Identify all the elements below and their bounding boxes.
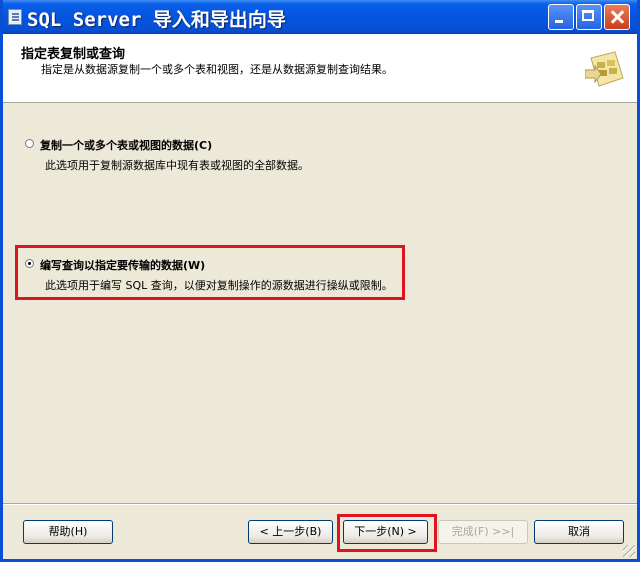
wizard-window: SQL Server 导入和导出向导 指定表复制或查询 指定是从数据源复制一个或… bbox=[0, 0, 640, 562]
next-button[interactable]: 下一步(N) > bbox=[343, 520, 428, 544]
footer-divider bbox=[3, 503, 637, 505]
option-label[interactable]: 复制一个或多个表或视图的数据(C) bbox=[40, 137, 212, 153]
option-description: 此选项用于编写 SQL 查询，以便对复制操作的源数据进行操纵或限制。 bbox=[45, 279, 393, 292]
finish-button[interactable]: 完成(F) >>| bbox=[438, 520, 528, 544]
minimize-button[interactable] bbox=[548, 4, 574, 30]
title-bar[interactable]: SQL Server 导入和导出向导 bbox=[3, 0, 637, 34]
page-description: 指定是从数据源复制一个或多个表和视图，还是从数据源复制查询结果。 bbox=[41, 63, 393, 76]
resize-grip[interactable] bbox=[623, 545, 635, 557]
app-icon bbox=[8, 9, 22, 25]
radio-copy-tables[interactable] bbox=[25, 139, 34, 148]
option-label[interactable]: 编写查询以指定要传输的数据(W) bbox=[40, 257, 205, 273]
back-button[interactable]: < 上一步(B) bbox=[248, 520, 333, 544]
option-description: 此选项用于复制源数据库中现有表或视图的全部数据。 bbox=[45, 159, 309, 172]
page-title: 指定表复制或查询 bbox=[21, 47, 126, 62]
maximize-button[interactable] bbox=[576, 4, 602, 30]
wizard-tables-icon bbox=[585, 51, 624, 87]
window-title: SQL Server 导入和导出向导 bbox=[27, 9, 286, 31]
help-button[interactable]: 帮助(H) bbox=[23, 520, 113, 544]
cancel-button[interactable]: 取消 bbox=[534, 520, 624, 544]
wizard-header: 指定表复制或查询 指定是从数据源复制一个或多个表和视图，还是从数据源复制查询结果… bbox=[3, 34, 637, 103]
close-button[interactable] bbox=[604, 4, 630, 30]
wizard-content: 复制一个或多个表或视图的数据(C) 此选项用于复制源数据库中现有表或视图的全部数… bbox=[3, 103, 637, 500]
radio-write-query[interactable] bbox=[25, 259, 34, 268]
